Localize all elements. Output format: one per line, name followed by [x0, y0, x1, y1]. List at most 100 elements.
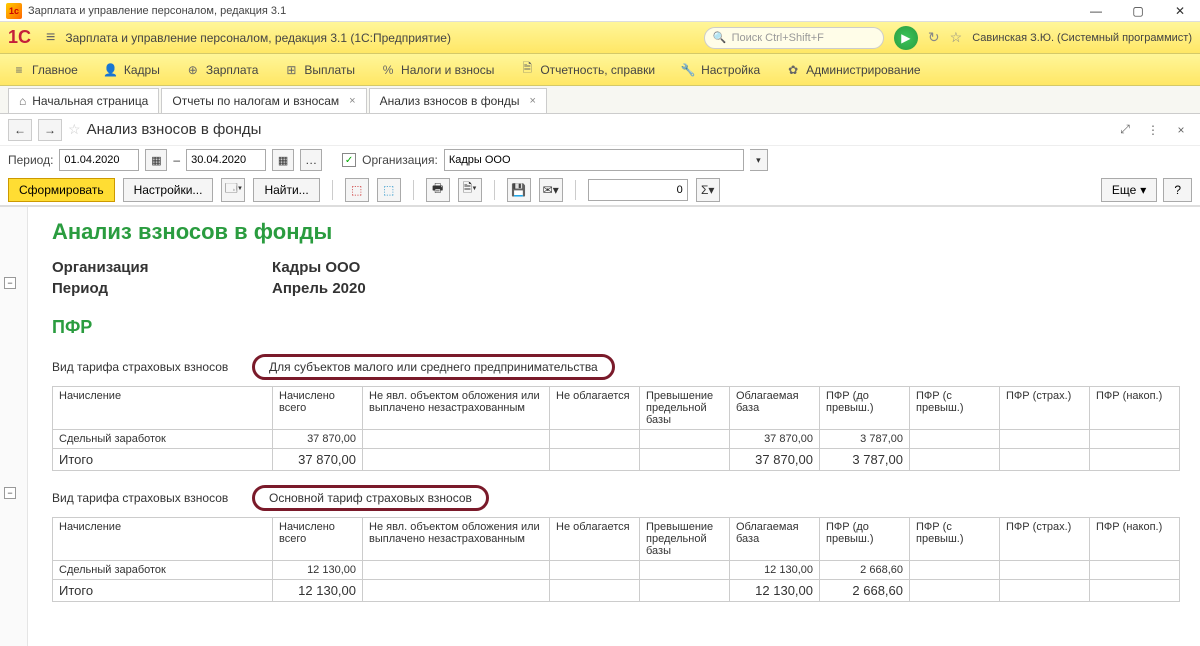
dash: – [173, 153, 180, 167]
app-header: 1C ≡ Зарплата и управление персоналом, р… [0, 22, 1200, 54]
close-icon[interactable]: × [349, 95, 355, 107]
back-button[interactable]: ← [8, 119, 32, 141]
period-picker-button[interactable]: … [300, 149, 322, 171]
page-title: Анализ взносов в фонды [87, 121, 262, 138]
th: Превышение предельной базы [640, 387, 730, 430]
cell: 37 870,00 [730, 449, 820, 471]
tab-label: Начальная страница [32, 94, 148, 108]
cell: 37 870,00 [273, 430, 363, 449]
form-button[interactable]: Сформировать [8, 178, 115, 202]
forward-button[interactable]: → [38, 119, 62, 141]
outline-gutter: − − [0, 207, 28, 646]
list-icon: ≡ [12, 63, 26, 77]
th: Не явл. объектом обложения или выплачено… [363, 518, 550, 561]
more-button[interactable]: Еще ▾ [1101, 178, 1157, 202]
th: ПФР (с превыш.) [910, 518, 1000, 561]
mail-button[interactable]: ✉▾ [539, 178, 563, 202]
close-icon[interactable]: × [530, 95, 536, 107]
collapse-toggle[interactable]: − [4, 277, 16, 289]
calendar-icon[interactable]: ▦ [272, 149, 294, 171]
menu-taxes[interactable]: %Налоги и взносы [381, 63, 494, 77]
menu-reports[interactable]: 🗎Отчетность, справки [520, 63, 655, 77]
table-total-row: Итого 37 870,00 37 870,00 3 787,00 [53, 449, 1180, 471]
money-icon: ⊕ [186, 63, 200, 77]
date-from-input[interactable] [59, 149, 139, 171]
sigma-button[interactable]: Σ▾ [696, 178, 720, 202]
titlebar: 1c Зарплата и управление персоналом, ред… [0, 0, 1200, 22]
chevron-down-icon[interactable]: ▾ [750, 149, 768, 171]
cell: Сдельный заработок [53, 561, 273, 580]
find-button[interactable]: Найти... [253, 178, 319, 202]
th: ПФР (страх.) [1000, 387, 1090, 430]
doc-icon: 🗎 [520, 63, 534, 77]
menu-settings[interactable]: 🔧Настройка [681, 63, 760, 77]
print-button[interactable]: 🖶 [426, 178, 450, 202]
collapse-button[interactable]: ⬚ [377, 178, 401, 202]
tab-label: Анализ взносов в фонды [380, 94, 520, 108]
collapse-toggle[interactable]: − [4, 487, 16, 499]
section-title: ПФР [52, 317, 1180, 338]
report-title: Анализ взносов в фонды [52, 219, 1180, 245]
tariff-value-2: Основной тариф страховых взносов [252, 485, 489, 511]
th: ПФР (накоп.) [1090, 387, 1180, 430]
menu-label: Кадры [124, 63, 160, 77]
menu-payments[interactable]: ⊞ Выплаты [284, 63, 355, 77]
cell: 2 668,60 [820, 580, 910, 602]
kebab-icon[interactable]: ⋮ [1142, 119, 1164, 141]
th: ПФР (страх.) [1000, 518, 1090, 561]
menu-salary[interactable]: ⊕ Зарплата [186, 63, 259, 77]
tab-analysis[interactable]: Анализ взносов в фонды × [369, 88, 547, 113]
variant-button[interactable]: 🗔▾ [221, 178, 245, 202]
cell: 37 870,00 [730, 430, 820, 449]
th: ПФР (до превыш.) [820, 387, 910, 430]
org-input[interactable] [444, 149, 744, 171]
percent-icon: ⊞ [284, 63, 298, 77]
menu-label: Главное [32, 63, 78, 77]
date-to-input[interactable] [186, 149, 266, 171]
settings-button[interactable]: Настройки... [123, 178, 214, 202]
history-icon[interactable]: ↻ [928, 29, 940, 46]
org-label: Организация: [362, 153, 438, 167]
menu-label: Зарплата [206, 63, 259, 77]
tab-home[interactable]: ⌂ Начальная страница [8, 88, 159, 113]
cell: 3 787,00 [820, 430, 910, 449]
home-icon: ⌂ [19, 94, 26, 108]
more-label: Еще [1112, 183, 1136, 197]
menu-main[interactable]: ≡ Главное [12, 63, 78, 77]
star-icon[interactable]: ☆ [68, 121, 81, 138]
tariff-label: Вид тарифа страховых взносов [52, 360, 252, 374]
meta-org-label: Организация [52, 259, 252, 276]
close-button[interactable]: ✕ [1166, 4, 1194, 18]
close-page-button[interactable]: × [1170, 119, 1192, 141]
cell: 12 130,00 [273, 561, 363, 580]
expand-button[interactable]: ⬚ [345, 178, 369, 202]
gear-icon: ✿ [786, 63, 800, 77]
main-menu: ≡ Главное 👤Кадры ⊕ Зарплата ⊞ Выплаты %Нало… [0, 54, 1200, 86]
menu-label: Налоги и взносы [401, 63, 494, 77]
global-search-input[interactable]: 🔍 Поиск Ctrl+Shift+F [704, 27, 884, 49]
menu-admin[interactable]: ✿Администрирование [786, 63, 920, 77]
menu-hr[interactable]: 👤Кадры [104, 63, 160, 77]
maximize-button[interactable]: ▢ [1124, 4, 1152, 18]
tab-reports[interactable]: Отчеты по налогам и взносам× [161, 88, 366, 113]
cell: 3 787,00 [820, 449, 910, 471]
favorite-icon[interactable]: ☆ [950, 29, 963, 46]
th: Облагаемая база [730, 518, 820, 561]
org-checkbox[interactable]: ✓ [342, 153, 356, 167]
calendar-icon[interactable]: ▦ [145, 149, 167, 171]
link-button[interactable]: ⤢ [1114, 119, 1136, 141]
meta-org-value: Кадры ООО [272, 259, 1180, 276]
sum-input[interactable] [588, 179, 688, 201]
brand-logo-icon: 1C [8, 27, 36, 48]
hamburger-icon[interactable]: ≡ [46, 29, 55, 47]
table-row: Сдельный заработок 37 870,00 37 870,00 3… [53, 430, 1180, 449]
menu-label: Выплаты [304, 63, 355, 77]
user-label[interactable]: Савинская З.Ю. (Системный программист) [972, 32, 1192, 44]
run-button[interactable]: ▶ [894, 26, 918, 50]
help-button[interactable]: ? [1163, 178, 1192, 202]
tariff-label: Вид тарифа страховых взносов [52, 491, 252, 505]
action-toolbar: Сформировать Настройки... 🗔▾ Найти... ⬚ … [0, 174, 1200, 206]
print-menu-button[interactable]: 🗎▾ [458, 178, 482, 202]
minimize-button[interactable]: — [1082, 4, 1110, 18]
save-button[interactable]: 💾 [507, 178, 531, 202]
